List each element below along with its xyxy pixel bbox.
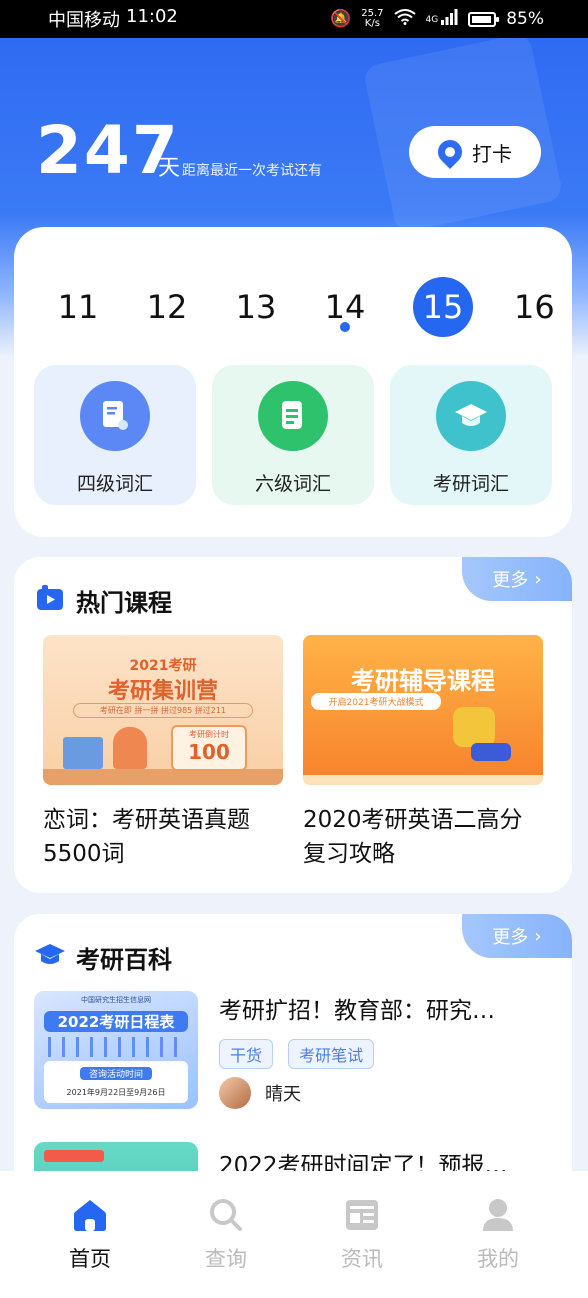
date-vocab-card: 11 12 13 14 15 16 四级词汇 六级词汇 考研词汇	[14, 227, 572, 537]
nav-label: 查询	[205, 1247, 247, 1271]
status-bar: 中国移动 11:02 🔕 25.7 K/s 4G 85%	[0, 0, 588, 38]
checkin-label: 打卡	[472, 141, 512, 166]
course-thumbnail: 2021考研 考研集训营 考研在即 拼一拼 拼过985 拼过211 考研倒计时 …	[43, 635, 283, 785]
vocab-label: 四级词汇	[76, 473, 153, 495]
search-icon	[210, 1199, 242, 1231]
thumb-text: 中国研究生招生信息网	[81, 996, 151, 1004]
wifi-icon	[393, 8, 416, 30]
vocab-cet6[interactable]: 六级词汇	[212, 365, 374, 505]
author-name: 晴天	[265, 1084, 301, 1105]
course-title: 恋词：考研英语真题5500词	[43, 807, 250, 867]
nav-home[interactable]: 首页	[40, 1171, 140, 1298]
battery-level: 85%	[506, 9, 544, 29]
thumb-text: 考研倒计时	[189, 730, 229, 739]
grad-cap-icon	[34, 942, 66, 972]
thumb-text: 咨询活动时间	[80, 1067, 152, 1080]
thumb-calendar: 考研倒计时 100	[171, 725, 247, 771]
carrier-label: 中国移动	[48, 10, 120, 31]
thumb-runner	[453, 707, 495, 747]
chevron-right-icon: ›	[534, 568, 542, 590]
video-course-icon	[36, 585, 64, 615]
grad-cap-icon	[436, 381, 506, 451]
thumb-books	[63, 737, 103, 769]
home-icon	[74, 1200, 106, 1231]
date-item[interactable]: 13	[226, 277, 286, 337]
signal-icon	[440, 8, 458, 30]
thumb-student	[113, 727, 147, 769]
nav-search[interactable]: 查询	[176, 1171, 276, 1298]
article-title: 考研扩招！教育部：研究…	[219, 998, 495, 1024]
vocab-label: 考研词汇	[432, 473, 509, 495]
vocab-cet4[interactable]: 四级词汇	[34, 365, 196, 505]
thumb-text: 考研在即 拼一拼 拼过985 拼过211	[73, 703, 253, 718]
thumb-text: 2021考研	[129, 658, 197, 674]
clock: 11:02	[126, 6, 178, 27]
thumb-banner	[44, 1150, 104, 1162]
avatar	[219, 1077, 251, 1109]
nav-news[interactable]: 资讯	[312, 1171, 412, 1298]
thumb-runner-legs	[471, 743, 511, 761]
nav-label: 首页	[69, 1247, 111, 1271]
thumb-text: 考研辅导课程	[351, 667, 495, 695]
vocab-label: 六级词汇	[254, 473, 331, 495]
battery-icon	[468, 11, 500, 27]
section-title: 考研百科	[76, 946, 172, 974]
encyclopedia-section: 考研百科 更多 › 中国研究生招生信息网 2022考研日程表 咨询活动时间 20…	[14, 914, 572, 1194]
thumb-text: 考研集训营	[107, 679, 218, 704]
location-pin-icon	[433, 135, 467, 169]
thumb-desk	[43, 769, 283, 785]
thumb-calendar-rings	[48, 1037, 184, 1057]
vocab-kaoyan[interactable]: 考研词汇	[390, 365, 552, 505]
news-icon	[346, 1200, 378, 1230]
speed-unit: K/s	[364, 18, 380, 29]
date-item[interactable]: 11	[48, 277, 108, 337]
section-title: 热门课程	[76, 589, 172, 617]
thumb-text: 100	[188, 740, 230, 764]
doc-icon	[80, 381, 150, 451]
date-item[interactable]: 16	[514, 277, 572, 337]
more-encyclopedia-button[interactable]: 更多 ›	[462, 914, 572, 958]
article-tag: 考研笔试	[288, 1039, 375, 1069]
more-label: 更多	[492, 570, 529, 591]
status-left: 中国移动 11:02	[48, 6, 178, 32]
chevron-right-icon: ›	[534, 925, 542, 947]
article-thumbnail: 中国研究生招生信息网 2022考研日程表 咨询活动时间 2021年9月22日至9…	[34, 991, 198, 1109]
file-icon	[258, 381, 328, 451]
article-tag: 干货	[219, 1039, 274, 1069]
hot-courses-section: 热门课程 更多 › 2021考研 考研集训营 考研在即 拼一拼 拼过985 拼过…	[14, 557, 572, 893]
date-item[interactable]: 12	[137, 277, 197, 337]
course-card[interactable]: 2021考研 考研集训营 考研在即 拼一拼 拼过985 拼过211 考研倒计时 …	[43, 635, 283, 871]
countdown-description: 距离最近一次考试还有	[182, 163, 322, 179]
network-label: 4G	[425, 14, 439, 25]
nav-label: 我的	[477, 1247, 519, 1271]
countdown-unit: 天	[158, 156, 181, 181]
thumb-text: 开启2021考研大战模式	[311, 693, 441, 710]
bottom-nav: 首页 查询 资讯 我的	[0, 1171, 588, 1298]
course-thumbnail: 考研辅导课程 开启2021考研大战模式	[303, 635, 543, 785]
article-item[interactable]: 中国研究生招生信息网 2022考研日程表 咨询活动时间 2021年9月22日至9…	[34, 991, 554, 1111]
course-title: 2020考研英语二高分复习攻略	[303, 807, 523, 867]
net-speed: 25.7 K/s	[361, 9, 383, 29]
thumb-text: 2021年9月22日至9月26日	[66, 1088, 166, 1097]
user-icon	[483, 1199, 513, 1231]
thumb-text: 2022考研日程表	[44, 1011, 188, 1032]
article-author: 晴天	[219, 1077, 301, 1109]
nav-label: 资讯	[341, 1247, 383, 1271]
status-right: 🔕 25.7 K/s 4G 85%	[330, 8, 544, 30]
thumb-ground	[303, 775, 543, 785]
more-label: 更多	[492, 927, 529, 948]
date-marker-dot	[340, 322, 350, 332]
course-card[interactable]: 考研辅导课程 开启2021考研大战模式 2020考研英语二高分复习攻略	[303, 635, 543, 871]
mute-icon: 🔕	[330, 9, 352, 29]
date-item-selected[interactable]: 15	[413, 277, 473, 337]
more-courses-button[interactable]: 更多 ›	[462, 557, 572, 601]
date-strip[interactable]: 11 12 13 14 15 16	[14, 277, 572, 337]
checkin-button[interactable]: 打卡	[409, 126, 541, 178]
nav-profile[interactable]: 我的	[448, 1171, 548, 1298]
article-tags: 干货 考研笔试	[219, 1039, 384, 1069]
